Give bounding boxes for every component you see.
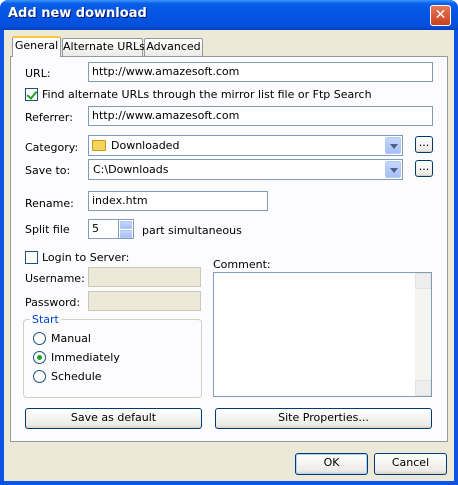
tab-general[interactable]: General	[12, 36, 61, 57]
split-file-input[interactable]: 5	[88, 219, 119, 239]
category-label: Category:	[25, 141, 79, 154]
url-label: URL:	[25, 67, 51, 80]
url-input[interactable]: http://www.amazesoft.com	[88, 62, 433, 82]
chevron-down-icon[interactable]	[385, 137, 401, 154]
find-alternate-checkbox[interactable]	[25, 88, 38, 101]
start-schedule-label: Schedule	[51, 370, 102, 383]
password-label: Password:	[25, 296, 81, 309]
dialog-window: Add new download ✕ General Alternate URL…	[0, 0, 458, 485]
login-checkbox[interactable]	[25, 251, 38, 264]
start-group-label: Start	[30, 313, 61, 326]
split-file-label: Split file	[25, 223, 70, 236]
comment-label: Comment:	[213, 258, 271, 271]
password-input[interactable]	[88, 291, 201, 311]
save-to-value: C:\Downloads	[93, 163, 169, 176]
referrer-input[interactable]: http://www.amazesoft.com	[88, 106, 433, 126]
username-label: Username:	[25, 272, 85, 285]
save-to-label: Save to:	[25, 164, 71, 177]
save-as-default-button[interactable]: Save as default	[25, 408, 202, 429]
username-input[interactable]	[88, 267, 201, 287]
title-bar[interactable]: Add new download ✕	[0, 0, 458, 30]
rename-label: Rename:	[25, 197, 74, 210]
site-properties-label: Site Properties...	[278, 411, 369, 424]
split-file-suffix: part simultaneous	[142, 224, 242, 237]
find-alternate-label: Find alternate URLs through the mirror l…	[42, 88, 372, 101]
start-manual-label: Manual	[51, 332, 91, 345]
comment-scrollbar[interactable]	[415, 273, 431, 396]
ok-button[interactable]: OK	[295, 453, 368, 475]
start-schedule-radio[interactable]	[33, 370, 46, 383]
site-properties-button[interactable]: Site Properties...	[215, 408, 432, 429]
category-value: Downloaded	[111, 139, 180, 152]
cancel-button[interactable]: Cancel	[374, 453, 447, 475]
split-file-stepper[interactable]	[118, 219, 134, 239]
split-file-value: 5	[92, 222, 99, 235]
cancel-label: Cancel	[391, 456, 430, 469]
ok-label: OK	[323, 456, 340, 469]
spin-down-icon[interactable]	[120, 230, 132, 238]
tab-label: Alternate URLs	[63, 40, 145, 53]
tab-label: Advanced	[146, 40, 201, 53]
tab-advanced[interactable]: Advanced	[144, 38, 203, 56]
comment-textarea[interactable]	[213, 272, 432, 397]
save-as-default-label: Save as default	[70, 411, 157, 424]
start-immediately-radio[interactable]	[33, 351, 46, 364]
close-icon: ✕	[434, 7, 447, 23]
general-tab-page: URL: http://www.amazesoft.com Find alter…	[10, 56, 448, 442]
dialog-body: General Alternate URLs Advanced URL: htt…	[4, 30, 454, 481]
category-browse-button[interactable]: ...	[415, 136, 433, 153]
referrer-label: Referrer:	[25, 111, 73, 124]
close-button[interactable]: ✕	[430, 5, 451, 26]
scroll-down-icon[interactable]	[415, 380, 431, 396]
spin-up-icon[interactable]	[120, 221, 132, 229]
save-to-browse-button[interactable]: ...	[415, 160, 433, 177]
browse-label: ...	[418, 136, 430, 149]
chevron-down-icon[interactable]	[385, 161, 401, 178]
start-manual-radio[interactable]	[33, 332, 46, 345]
rename-value: index.htm	[92, 194, 148, 207]
scroll-up-icon[interactable]	[415, 273, 431, 289]
save-to-select[interactable]: C:\Downloads	[88, 159, 403, 180]
browse-label: ...	[418, 160, 430, 173]
dialog-title: Add new download	[8, 6, 147, 21]
start-immediately-label: Immediately	[51, 351, 120, 364]
folder-icon	[92, 140, 106, 151]
category-select[interactable]: Downloaded	[88, 135, 403, 156]
url-value: http://www.amazesoft.com	[92, 65, 240, 78]
referrer-value: http://www.amazesoft.com	[92, 109, 240, 122]
login-label: Login to Server:	[42, 251, 130, 264]
tab-alternate-urls[interactable]: Alternate URLs	[62, 38, 145, 56]
rename-input[interactable]: index.htm	[88, 191, 268, 211]
tab-label: General	[14, 39, 59, 52]
